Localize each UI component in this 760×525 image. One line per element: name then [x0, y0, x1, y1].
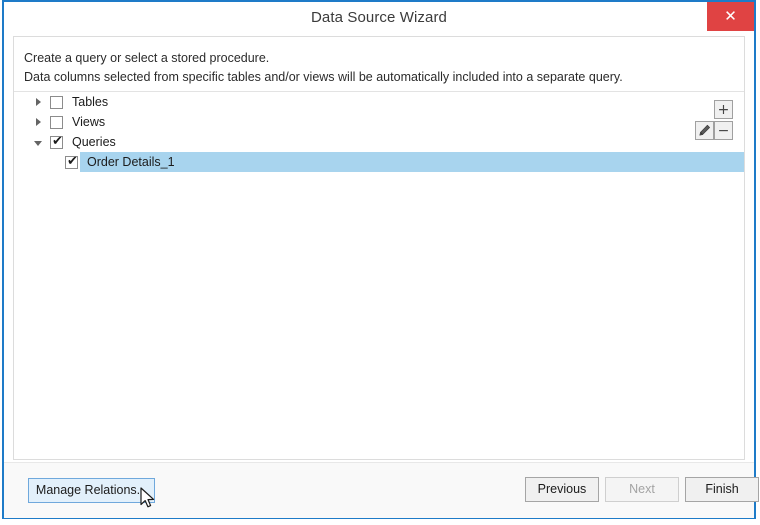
checkbox-views[interactable]	[50, 115, 63, 129]
finish-button[interactable]: Finish	[685, 477, 759, 502]
footer-bar: Manage Relations... Previous Next Finish	[4, 462, 759, 518]
chevron-right-icon[interactable]	[31, 112, 45, 132]
minus-icon: −	[717, 122, 730, 139]
add-query-button[interactable]: +	[714, 100, 733, 119]
check-icon: ✔	[67, 153, 78, 169]
next-button: Next	[605, 477, 679, 502]
tree-item-tables[interactable]: Tables	[14, 92, 744, 112]
content-panel: Create a query or select a stored proced…	[13, 36, 745, 460]
description-text: Create a query or select a stored proced…	[24, 49, 724, 87]
remove-query-button[interactable]: −	[714, 121, 733, 140]
checkbox-queries[interactable]: ✔	[50, 133, 63, 149]
edit-query-button[interactable]	[695, 121, 714, 140]
tree-item-label: Views	[72, 115, 106, 129]
data-source-tree: Tables Views ✔ Queries ✔ Order Details_1…	[14, 92, 744, 459]
chevron-right-icon[interactable]	[31, 92, 45, 112]
description-line-1: Create a query or select a stored proced…	[24, 51, 270, 65]
chevron-down-icon[interactable]	[31, 132, 45, 152]
tree-item-views[interactable]: Views	[14, 112, 744, 132]
close-icon: ✕	[724, 7, 737, 25]
plus-icon: +	[717, 101, 730, 118]
checkbox-order-details-1[interactable]: ✔	[65, 153, 78, 169]
tree-item-label: Queries	[72, 135, 116, 149]
tree-item-label: Tables	[72, 95, 109, 109]
check-icon: ✔	[52, 133, 63, 149]
selection-highlight	[80, 152, 744, 172]
tree-item-queries[interactable]: ✔ Queries	[14, 132, 744, 152]
dialog-title: Data Source Wizard	[310, 9, 448, 26]
previous-button[interactable]: Previous	[525, 477, 599, 502]
close-button[interactable]: ✕	[707, 2, 754, 31]
checkbox-tables[interactable]	[50, 95, 63, 109]
tree-item-order-details-1[interactable]: ✔ Order Details_1	[14, 152, 744, 172]
tree-item-label: Order Details_1	[87, 155, 175, 169]
description-line-2: Data columns selected from specific tabl…	[24, 70, 623, 84]
title-bar: Data Source Wizard ✕	[4, 2, 754, 33]
dialog-window: Data Source Wizard ✕ Create a query or s…	[2, 0, 759, 519]
pencil-icon	[699, 124, 710, 136]
manage-relations-button[interactable]: Manage Relations...	[28, 478, 155, 503]
